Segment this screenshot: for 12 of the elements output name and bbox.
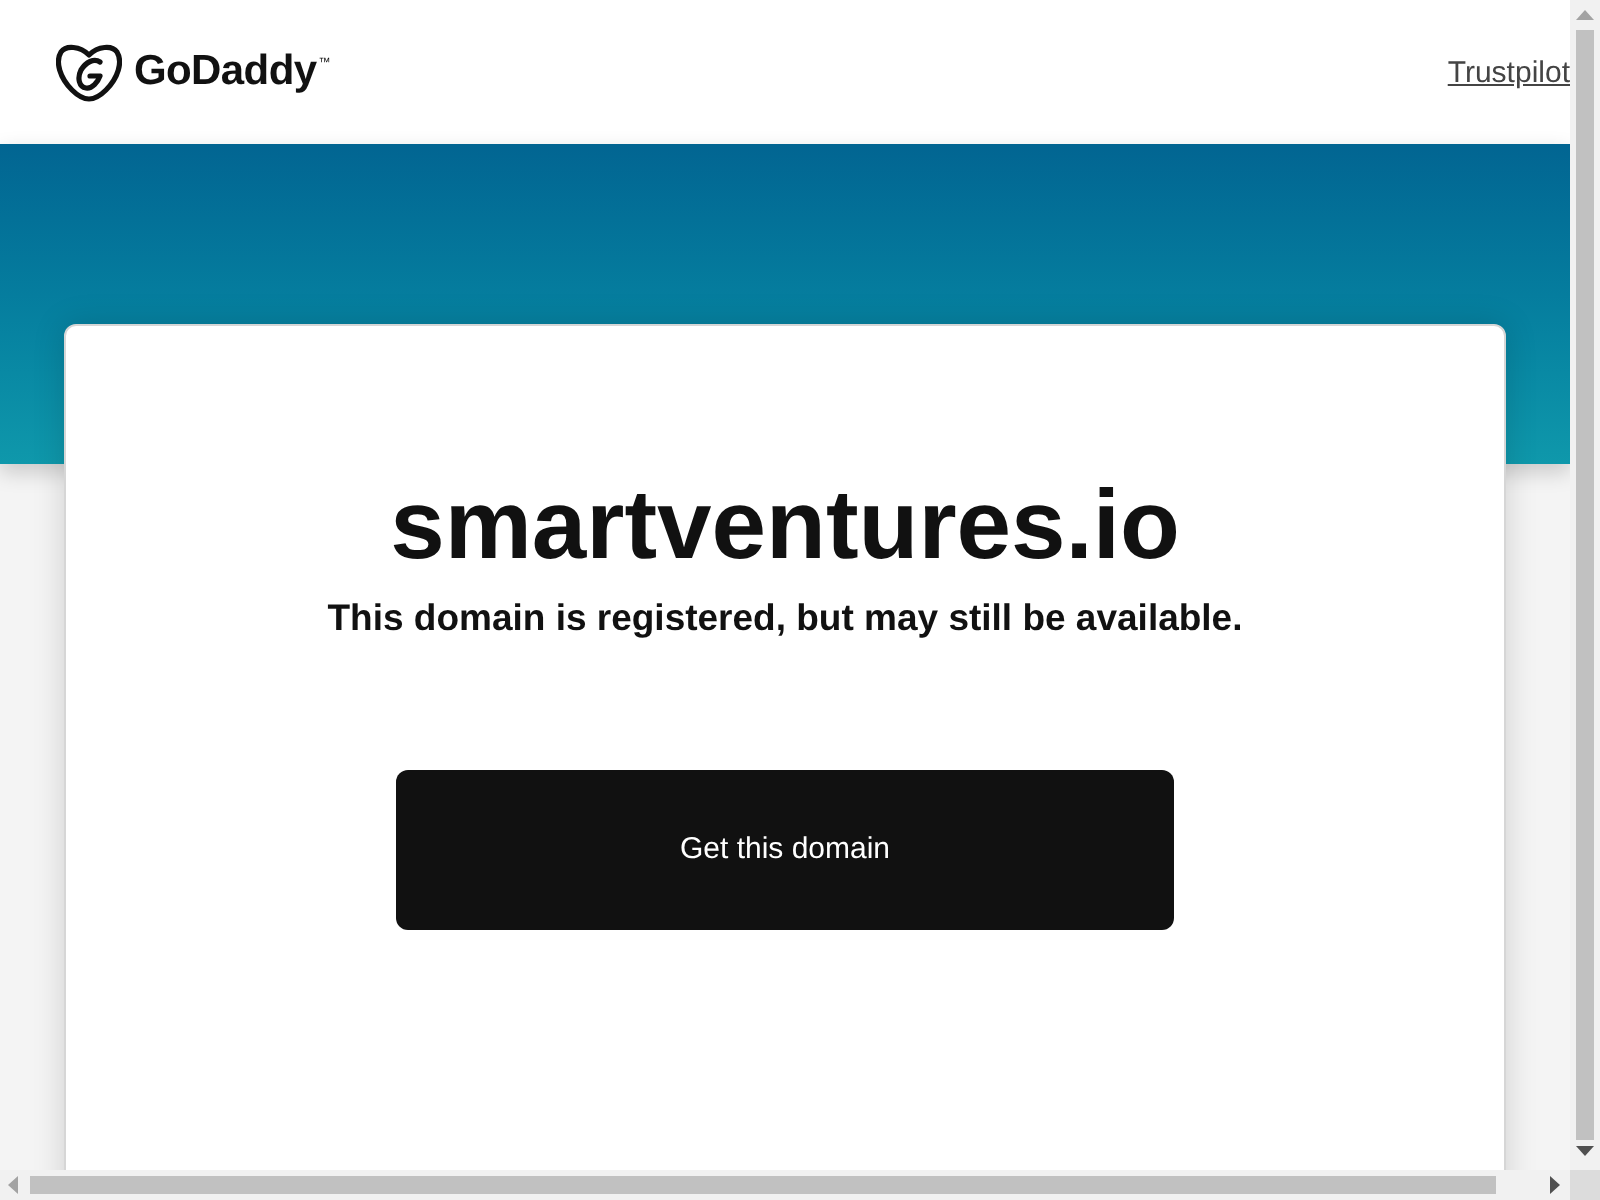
scroll-right-icon[interactable]: [1550, 1176, 1560, 1194]
scrollbar-thumb[interactable]: [30, 1176, 1496, 1194]
scrollbar-corner: [1570, 1170, 1600, 1200]
scroll-down-icon[interactable]: [1576, 1146, 1594, 1156]
domain-title: smartventures.io: [390, 470, 1180, 584]
logo-icon[interactable]: [56, 43, 122, 101]
scroll-left-icon[interactable]: [8, 1176, 18, 1194]
trustpilot-link[interactable]: Trustpilot: [1447, 52, 1570, 98]
get-domain-button[interactable]: Get this domain: [396, 770, 1174, 930]
availability-message: This domain is registered, but may still be available.: [327, 594, 1243, 642]
scrollbar-thumb[interactable]: [1576, 30, 1594, 1140]
scroll-up-icon[interactable]: [1576, 10, 1594, 20]
